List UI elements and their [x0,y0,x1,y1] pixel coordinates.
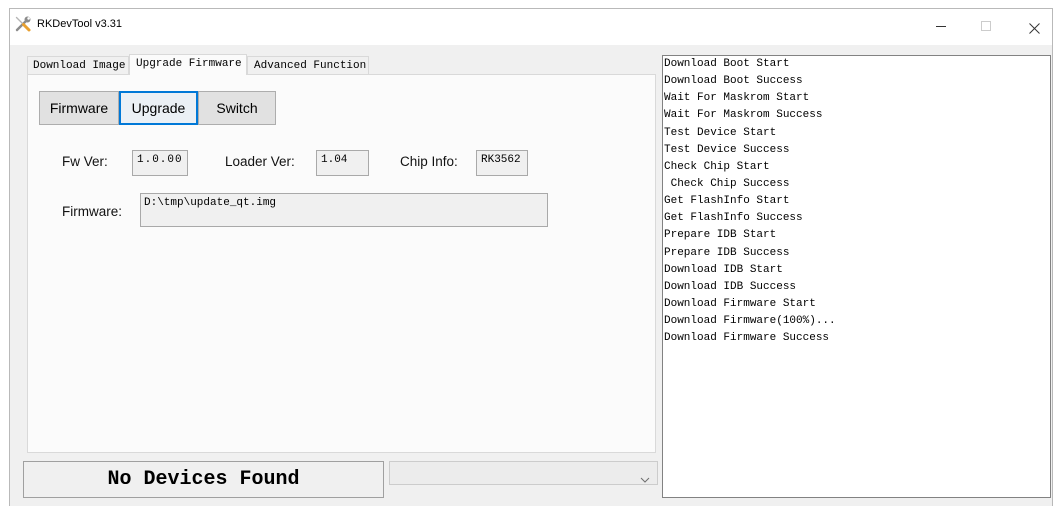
tools-icon [14,15,32,33]
tab-upgrade-firmware[interactable]: Upgrade Firmware [129,54,247,75]
log-line: Download Boot Start [664,58,790,70]
device-select[interactable] [389,461,658,485]
log-line: Get FlashInfo Success [664,212,803,225]
device-status-box: No Devices Found [23,461,384,498]
log-line: Check Chip Start [664,160,770,173]
firmware-path-label: Firmware: [62,204,122,219]
log-line: Download Firmware(100%)... [664,315,836,328]
log-line: Download Firmware Success [664,332,830,345]
switch-button[interactable]: Switch [198,91,276,125]
window-title: RKDevTool v3.31 [37,18,122,30]
log-line: Check Chip Success [664,177,790,190]
chevron-down-icon [640,470,650,483]
log-line: Download Firmware Start [664,297,816,310]
log-line: Wait For Maskrom Success [664,109,823,122]
log-line: Download IDB Start [664,263,783,276]
chip-info-field: RK3562 [476,150,528,176]
chip-info-label: Chip Info: [400,154,458,169]
tab-page-upgrade-firmware: Firmware Upgrade Switch Fw Ver: 1.0.00 L… [27,74,656,453]
tab-download-image[interactable]: Download Image [27,56,129,75]
tab-advanced-function[interactable]: Advanced Function [247,56,369,75]
firmware-button[interactable]: Firmware [39,91,119,125]
title-bar: RKDevTool v3.31 [10,9,1052,45]
log-line: Download Boot Success [664,75,803,88]
window-client-area: Download Image Upgrade Firmware Advanced… [10,45,1052,506]
minimize-icon [936,25,946,27]
minimize-button[interactable] [919,9,963,43]
close-button[interactable] [1016,9,1052,43]
log-line: Wait For Maskrom Start [664,92,810,105]
log-line: Test Device Start [664,126,777,139]
log-line: Prepare IDB Start [664,229,777,242]
fw-version-label: Fw Ver: [62,154,108,169]
log-line: Get FlashInfo Start [664,195,790,208]
loader-version-field: 1.04 [316,150,369,176]
fw-version-field: 1.0.00 [132,150,188,176]
device-status-text: No Devices Found [107,467,300,491]
log-line: Download IDB Success [664,280,797,293]
upgrade-button[interactable]: Upgrade [119,91,198,125]
maximize-icon [981,21,991,31]
log-line: Test Device Success [664,143,790,156]
firmware-path-field[interactable]: D:\tmp\update_qt.img [140,193,548,227]
loader-version-label: Loader Ver: [225,154,295,169]
close-icon [1028,21,1040,34]
maximize-button [964,9,1008,43]
log-line: Prepare IDB Success [664,246,790,259]
log-listbox[interactable]: Download Boot Start Download Boot Success… [662,55,1051,498]
